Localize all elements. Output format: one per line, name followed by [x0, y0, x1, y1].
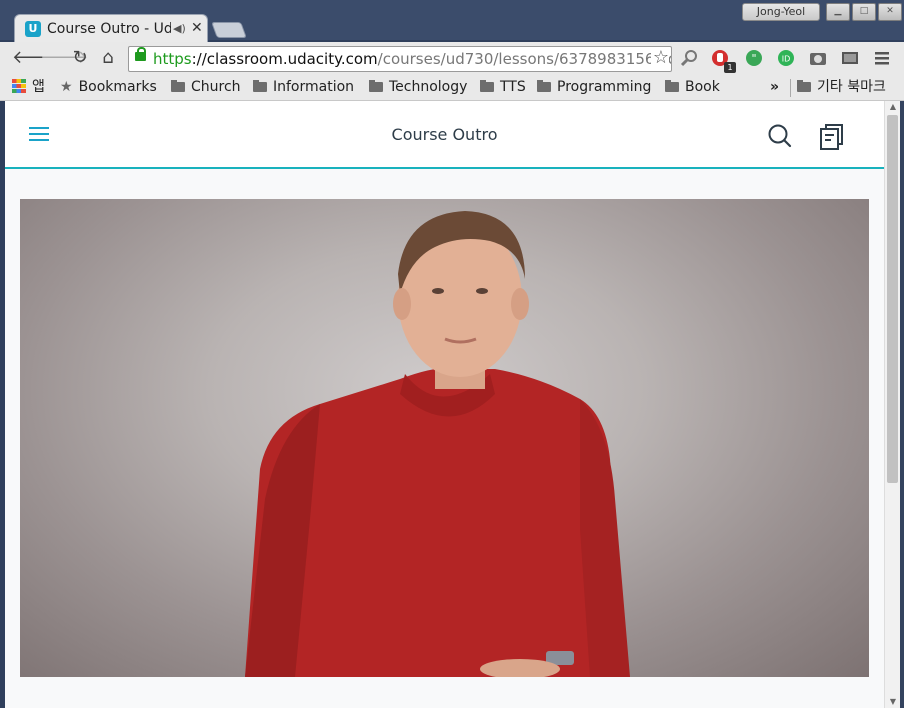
bookmarks-overflow-chevron[interactable]: »: [770, 77, 779, 97]
apps-label: 앱: [32, 79, 45, 95]
bookmark-programming[interactable]: Programming: [537, 77, 651, 97]
bookmark-label: Programming: [557, 79, 652, 95]
minimize-button[interactable]: ▁: [826, 3, 850, 21]
page-viewport: Course Outro: [5, 101, 884, 708]
window-titlebar: Jong-Yeol ▁ □ ✕ U Course Outro - Udacity…: [0, 0, 904, 43]
search-icon[interactable]: [767, 123, 793, 149]
address-bar[interactable]: https://classroom.udacity.com/courses/ud…: [128, 46, 672, 72]
bookmark-label: Technology: [389, 79, 468, 95]
menu-icon[interactable]: [873, 49, 891, 67]
notes-icon[interactable]: [819, 123, 845, 151]
magnifier-extension-icon[interactable]: [680, 49, 698, 67]
bookmarks-bar: 앱 ★ Bookmarks Church Information Technolo…: [0, 74, 904, 101]
quote-extension-icon[interactable]: ": [745, 49, 763, 67]
minimize-icon: ▁: [834, 6, 842, 16]
instructor-video-frame: [245, 211, 630, 677]
other-bookmarks-label: 기타 북마크: [817, 79, 886, 95]
camera-extension-icon[interactable]: [809, 49, 827, 67]
other-bookmarks[interactable]: 기타 북마크: [797, 77, 886, 97]
bookmark-bookmarks[interactable]: ★ Bookmarks: [60, 77, 157, 97]
home-icon[interactable]: ⌂: [98, 47, 118, 69]
screen-extension-icon[interactable]: [841, 49, 859, 67]
scroll-thumb[interactable]: [887, 115, 898, 483]
apps-shortcut[interactable]: 앱: [12, 77, 45, 97]
close-tab-icon[interactable]: ✕: [191, 20, 203, 36]
url-path: /courses/ud730/lessons/6378983156/concep…: [377, 50, 671, 68]
close-window-button[interactable]: ✕: [878, 3, 902, 21]
profile-button[interactable]: Jong-Yeol: [742, 3, 820, 21]
folder-icon: [253, 80, 267, 92]
bookmark-star-icon[interactable]: ☆: [650, 48, 669, 68]
classroom-header: Course Outro: [5, 101, 884, 169]
url-text: https://classroom.udacity.com/courses/ud…: [153, 49, 671, 69]
scroll-down-arrow-icon[interactable]: ▼: [885, 696, 901, 708]
id-extension-icon[interactable]: ID: [777, 49, 795, 67]
folder-icon: [797, 80, 811, 92]
bookmarks-divider: [790, 79, 791, 97]
window-frame-right: [900, 101, 904, 708]
folder-icon: [665, 80, 679, 92]
bookmark-book[interactable]: Book: [665, 77, 720, 97]
secure-lock-icon: [135, 47, 146, 61]
forward-icon[interactable]: 🡒: [40, 47, 88, 69]
svg-text:": ": [751, 52, 756, 65]
reload-icon[interactable]: ↻: [70, 47, 90, 69]
speaker-icon[interactable]: ◀): [173, 22, 186, 35]
star-icon: ★: [60, 79, 73, 95]
svg-text:ID: ID: [782, 55, 791, 64]
new-tab-button[interactable]: [211, 22, 247, 38]
bookmark-technology[interactable]: Technology: [369, 77, 467, 97]
tab-title: Course Outro - Udacity: [47, 21, 171, 37]
bookmark-label: Bookmarks: [78, 79, 157, 95]
bookmark-church[interactable]: Church: [171, 77, 241, 97]
bookmark-label: TTS: [500, 79, 526, 95]
page-title: Course Outro: [391, 125, 498, 144]
extension-badge: 1: [724, 62, 736, 73]
udacity-favicon-icon: U: [25, 21, 41, 37]
bookmark-information[interactable]: Information: [253, 77, 354, 97]
browser-tab[interactable]: U Course Outro - Udacity ◀) ✕: [14, 14, 208, 43]
bookmark-label: Book: [685, 79, 720, 95]
apps-grid-icon: [12, 79, 26, 93]
url-scheme: https: [153, 50, 192, 68]
page-scrollbar[interactable]: ▲ ▼: [884, 101, 901, 708]
url-host: classroom.udacity.com: [206, 50, 378, 68]
close-window-icon: ✕: [886, 6, 894, 16]
folder-icon: [171, 80, 185, 92]
scroll-up-arrow-icon[interactable]: ▲: [885, 101, 901, 113]
browser-toolbar: 🡐 🡒 ↻ ⌂ https://classroom.udacity.com/co…: [0, 42, 904, 74]
bookmark-label: Church: [191, 79, 241, 95]
folder-icon: [369, 80, 383, 92]
video-player[interactable]: [20, 199, 869, 677]
folder-icon: [480, 80, 494, 92]
bookmark-tts[interactable]: TTS: [480, 77, 526, 97]
back-icon[interactable]: 🡐: [12, 47, 60, 69]
maximize-button[interactable]: □: [852, 3, 876, 21]
bookmark-label: Information: [273, 79, 355, 95]
maximize-icon: □: [859, 6, 869, 16]
folder-icon: [537, 80, 551, 92]
url-separator: ://: [191, 50, 207, 68]
